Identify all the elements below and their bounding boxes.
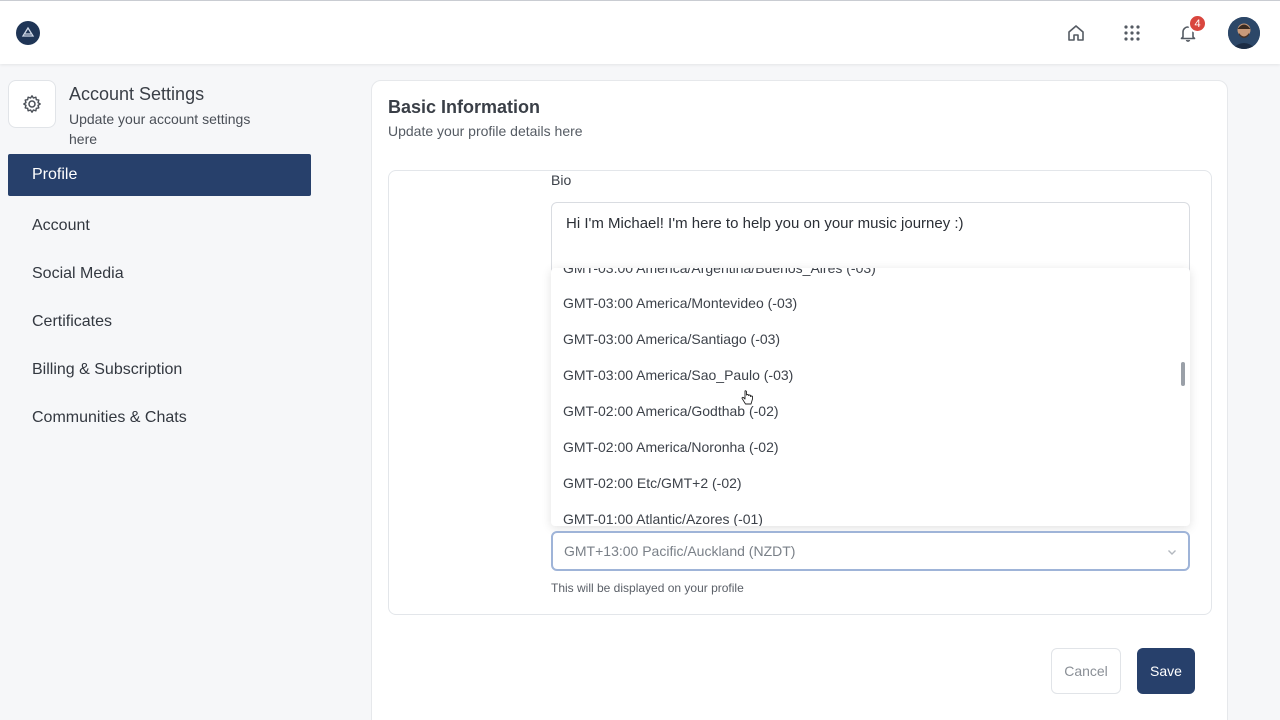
timezone-help-text: This will be displayed on your profile xyxy=(551,581,744,595)
timezone-select[interactable]: GMT+13:00 Pacific/Auckland (NZDT) xyxy=(551,531,1190,571)
timezone-option[interactable]: GMT-03:00 America/Santiago (-03) xyxy=(551,321,1190,357)
settings-subtitle: Update your account settings here xyxy=(69,111,251,147)
settings-title: Account Settings xyxy=(69,84,205,104)
apps-grid-icon[interactable] xyxy=(1120,21,1144,45)
notification-badge: 4 xyxy=(1188,14,1207,33)
gear-icon xyxy=(8,80,56,128)
hand-cursor-icon xyxy=(740,390,754,411)
settings-nav: Profile Account Social Media Certificate… xyxy=(8,154,311,442)
timezone-option[interactable]: GMT-03:00 America/Montevideo (-03) xyxy=(551,285,1190,321)
timezone-option[interactable]: GMT-02:00 America/Godthab (-02) xyxy=(551,393,1190,429)
sidebar-item-billing[interactable]: Billing & Subscription xyxy=(8,346,311,394)
save-button[interactable]: Save xyxy=(1137,648,1195,694)
cancel-button[interactable]: Cancel xyxy=(1051,648,1121,694)
top-navbar: 4 xyxy=(0,0,1280,64)
avatar[interactable] xyxy=(1228,17,1260,49)
sidebar-item-certificates[interactable]: Certificates xyxy=(8,298,311,346)
page-title: Basic Information xyxy=(388,97,541,117)
logo-icon[interactable] xyxy=(16,21,40,45)
sidebar-item-profile[interactable]: Profile xyxy=(8,154,311,196)
timezone-selected-value: GMT+13:00 Pacific/Auckland (NZDT) xyxy=(564,543,796,559)
timezone-option[interactable]: GMT-02:00 America/Noronha (-02) xyxy=(551,429,1190,465)
page-subtitle: Update your profile details here xyxy=(388,123,583,139)
sidebar-item-social-media[interactable]: Social Media xyxy=(8,250,311,298)
dropdown-scrollbar[interactable] xyxy=(1181,362,1185,386)
timezone-option[interactable]: GMT-02:00 Etc/GMT+2 (-02) xyxy=(551,465,1190,501)
timezone-option[interactable]: GMT-03:00 America/Sao_Paulo (-03) xyxy=(551,357,1190,393)
bio-label: Bio xyxy=(551,172,572,188)
timezone-option[interactable]: GMT-03:00 America/Argentina/Buenos_Aires… xyxy=(551,268,1190,286)
home-icon[interactable] xyxy=(1064,21,1088,45)
timezone-dropdown-list[interactable]: GMT-03:00 America/Argentina/Buenos_Aires… xyxy=(551,268,1190,526)
sidebar-item-account[interactable]: Account xyxy=(8,202,311,250)
sidebar-item-communities[interactable]: Communities & Chats xyxy=(8,394,311,442)
timezone-option[interactable]: GMT-01:00 Atlantic/Azores (-01) xyxy=(551,501,1190,526)
chevron-down-icon xyxy=(1166,545,1178,561)
